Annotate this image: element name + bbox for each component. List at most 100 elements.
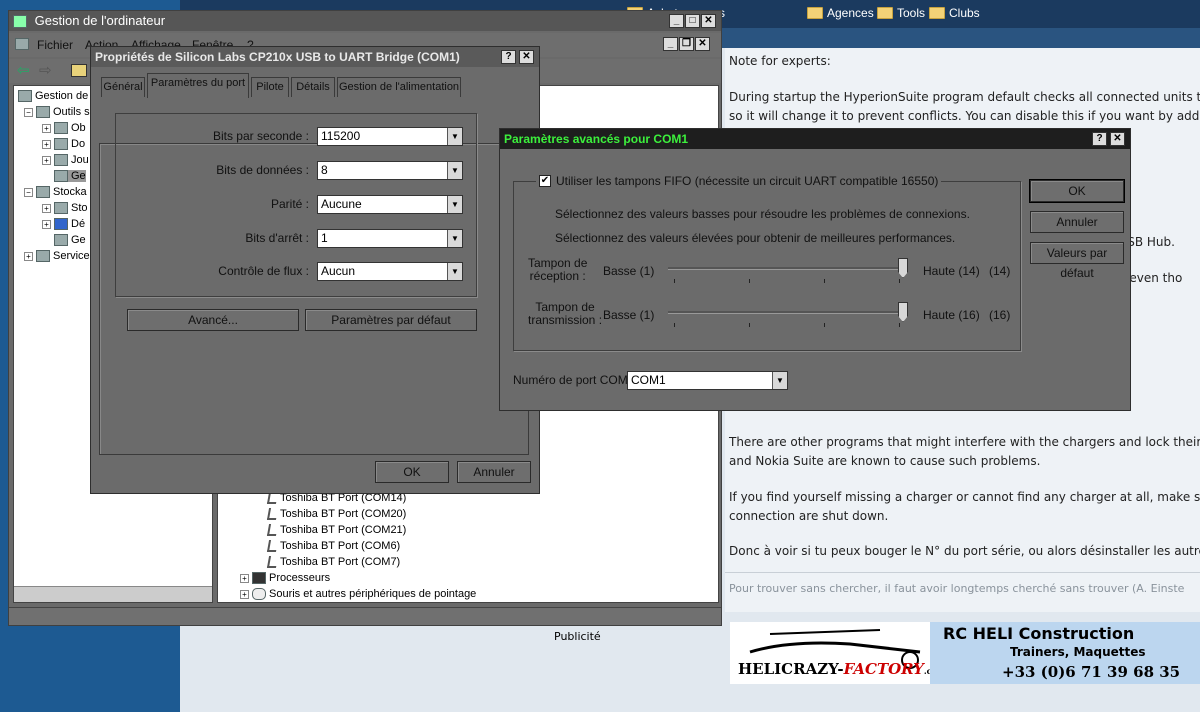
up-folder-icon[interactable] — [71, 64, 87, 77]
databits-label: Bits de données : — [216, 163, 309, 177]
window-titlebar[interactable]: Gestion de l'ordinateur — [9, 11, 721, 31]
tick — [749, 323, 750, 327]
expand-icon[interactable]: + — [42, 203, 51, 213]
rx-slider[interactable] — [668, 267, 908, 270]
maximize-button[interactable]: □ — [685, 14, 700, 28]
tree-item-stockage[interactable]: − Stocka — [24, 186, 87, 198]
tree-item[interactable]: + Jou — [42, 154, 89, 166]
help-button[interactable]: ? — [1092, 132, 1107, 146]
bookmark-clubs[interactable]: Clubs — [929, 6, 980, 20]
chevron-down-icon[interactable]: ▼ — [447, 263, 462, 280]
device-item[interactable]: Toshiba BT Port (COM6) — [266, 540, 401, 552]
tab-details[interactable]: Détails — [291, 77, 335, 97]
tree-item[interactable]: Ge — [54, 234, 86, 246]
databits-select[interactable]: 8 ▼ — [317, 161, 463, 180]
child-close-button[interactable]: ✕ — [695, 37, 710, 51]
port-icon — [266, 508, 279, 520]
tx-max-label: Haute (16) — [923, 308, 980, 322]
flowcontrol-select[interactable]: Aucun ▼ — [317, 262, 463, 281]
expand-icon[interactable]: + — [24, 251, 33, 261]
advertisement-banner[interactable]: HELICRAZY-FACTORY.com RC HELI Constructi… — [730, 622, 1200, 684]
defaults-button[interactable]: Paramètres par défaut — [305, 309, 477, 331]
cancel-button[interactable]: Annuler — [1030, 211, 1124, 233]
tree-label: Do — [71, 138, 86, 150]
port-icon — [266, 556, 279, 568]
tree-item[interactable]: + Sto — [42, 202, 88, 214]
tree-item[interactable]: + Dé — [42, 218, 85, 230]
device-label: Toshiba BT Port (COM6) — [280, 540, 401, 552]
device-item[interactable]: Toshiba BT Port (COM20) — [266, 508, 406, 520]
horizontal-scrollbar[interactable] — [14, 586, 212, 602]
minimize-button[interactable]: _ — [669, 14, 684, 28]
ok-button[interactable]: OK — [375, 461, 449, 483]
device-label: Toshiba BT Port (COM7) — [280, 556, 401, 568]
ok-button[interactable]: OK — [1030, 180, 1124, 202]
expand-icon[interactable]: + — [42, 139, 51, 149]
tree-label: Jou — [71, 154, 89, 166]
tree-item[interactable]: + Ob — [42, 122, 86, 134]
signature-divider — [725, 572, 1200, 573]
post-line: and Nokia Suite are known to cause such … — [729, 454, 1041, 468]
baud-select[interactable]: 115200 ▼ — [317, 127, 463, 146]
tree-item[interactable]: + Do — [42, 138, 85, 150]
device-item[interactable]: Toshiba BT Port (COM21) — [266, 524, 406, 536]
expand-icon[interactable]: + — [42, 219, 51, 229]
collapse-icon[interactable]: − — [24, 187, 33, 197]
dialog-title: Propriétés de Silicon Labs CP210x USB to… — [95, 50, 460, 64]
stopbits-select[interactable]: 1 ▼ — [317, 229, 463, 248]
tab-port-settings[interactable]: Paramètres du port — [147, 73, 249, 98]
dialog-titlebar[interactable]: Paramètres avancés pour COM1 — [500, 129, 1130, 149]
collapse-icon[interactable]: − — [24, 107, 33, 117]
back-arrow-icon[interactable]: ⇦ — [17, 61, 30, 79]
tree-item-selected[interactable]: Ge — [54, 170, 86, 182]
advanced-button[interactable]: Avancé... — [127, 309, 299, 331]
cancel-button[interactable]: Annuler — [457, 461, 531, 483]
com-port-label: Numéro de port COM : — [513, 373, 635, 387]
fifo-checkbox[interactable]: ✔ — [539, 175, 551, 187]
expand-icon[interactable]: + — [240, 573, 249, 583]
close-button[interactable]: ✕ — [1110, 132, 1125, 146]
category-label: Processeurs — [269, 572, 331, 584]
bookmark-agences[interactable]: Agences — [807, 6, 874, 20]
dialog-titlebar[interactable]: Propriétés de Silicon Labs CP210x USB to… — [91, 47, 539, 67]
tab-general[interactable]: Général — [101, 77, 145, 97]
device-item[interactable]: Toshiba BT Port (COM7) — [266, 556, 401, 568]
close-button[interactable]: ✕ — [701, 14, 716, 28]
fifo-checkbox-row[interactable]: ✔ Utiliser les tampons FIFO (nécessite u… — [536, 174, 942, 188]
rx-max-label: Haute (14) — [923, 264, 980, 278]
post-line: There are other programs that might inte… — [729, 435, 1200, 449]
parity-select[interactable]: Aucune ▼ — [317, 195, 463, 214]
port-icon — [266, 524, 279, 536]
category-souris[interactable]: + Souris et autres périphériques de point… — [240, 588, 476, 600]
chevron-down-icon[interactable]: ▼ — [447, 162, 462, 179]
expand-icon[interactable]: + — [240, 589, 249, 599]
tick — [824, 279, 825, 283]
category-processeurs[interactable]: + Processeurs — [240, 572, 330, 584]
chevron-down-icon[interactable]: ▼ — [772, 372, 787, 389]
expand-icon[interactable]: + — [42, 155, 51, 165]
ad-title: RC HELI Construction — [943, 624, 1135, 643]
help-button[interactable]: ? — [501, 50, 516, 64]
tree-root[interactable]: Gestion de — [18, 90, 88, 102]
tx-slider[interactable] — [668, 311, 908, 314]
rx-label-line2: réception : — [529, 269, 586, 283]
chevron-down-icon[interactable]: ▼ — [447, 196, 462, 213]
menu-fichier[interactable]: Fichier — [37, 38, 73, 52]
tree-item-services[interactable]: + Service — [24, 250, 90, 262]
tab-power[interactable]: Gestion de l'alimentation — [337, 77, 461, 97]
defaults-button[interactable]: Valeurs par défaut — [1030, 242, 1124, 280]
rx-label-line1: Tampon de — [528, 256, 588, 270]
flowcontrol-value: Aucun — [321, 264, 356, 278]
removable-storage-icon — [54, 202, 68, 214]
child-restore-button[interactable]: ❐ — [679, 37, 694, 51]
chevron-down-icon[interactable]: ▼ — [447, 230, 462, 247]
close-button[interactable]: ✕ — [519, 50, 534, 64]
tab-pilote[interactable]: Pilote — [251, 77, 289, 97]
bookmark-tools[interactable]: Tools — [877, 6, 925, 20]
child-minimize-button[interactable]: _ — [663, 37, 678, 51]
forward-arrow-icon[interactable]: ⇨ — [39, 61, 52, 79]
expand-icon[interactable]: + — [42, 123, 51, 133]
tree-item-outils[interactable]: − Outils s — [24, 106, 90, 118]
com-port-select[interactable]: COM1 ▼ — [627, 371, 788, 390]
chevron-down-icon[interactable]: ▼ — [447, 128, 462, 145]
